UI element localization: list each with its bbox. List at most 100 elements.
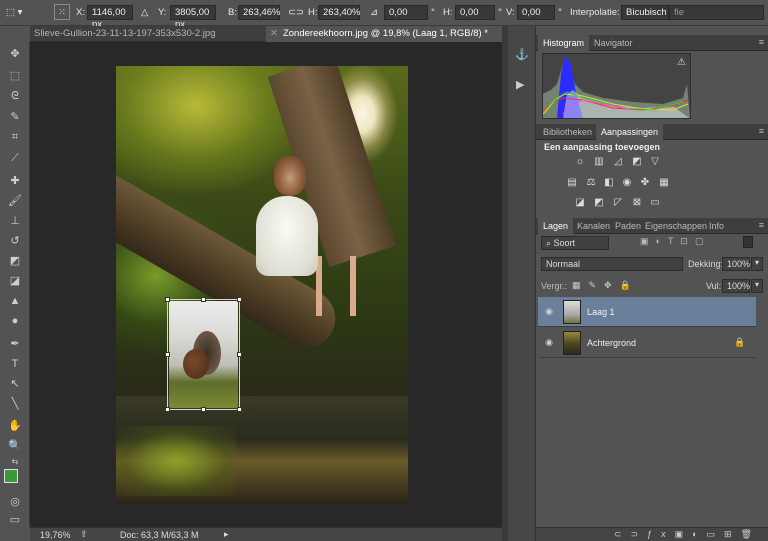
tab-info[interactable]: Info [704,218,729,234]
layer-name[interactable]: Laag 1 [587,307,615,317]
selective-color-icon[interactable]: ⊠ [630,197,644,209]
paint-bucket-tool-icon[interactable]: ◪ [6,273,24,289]
brightness-icon[interactable]: ☼ [573,156,587,168]
swap-colors-icon[interactable]: ⇆ [6,454,24,470]
layer-actions-icons[interactable]: ⊂⊃ƒx▣◐▭⊞🗑 [614,529,761,540]
reference-point-icon[interactable]: ⁙ [54,4,70,20]
hskew-field[interactable]: 0,00 [455,5,495,20]
width-percent-field[interactable]: 263,46% [238,5,281,20]
link-icon[interactable]: ⊂⊃ [288,5,304,20]
exposure-icon[interactable]: ◩ [630,156,644,168]
tool-preset-icon[interactable]: ⬚ ▾ [6,5,22,20]
transform-handle-t[interactable] [201,297,206,302]
lasso-tool-icon[interactable]: ᘓ [6,88,24,104]
y-position-field[interactable]: 3805,00 px [170,5,216,30]
delta-icon[interactable]: △ [141,5,148,20]
line-tool-icon[interactable]: ╲ [6,396,24,412]
eye-icon[interactable]: ◉ [538,337,560,348]
options-extra-field[interactable]: fie [669,5,764,20]
transform-handle-tl[interactable] [165,297,170,302]
fill-field[interactable]: 100% [722,279,750,293]
opacity-dropdown[interactable]: ▾ [751,257,763,271]
quick-select-tool-icon[interactable]: ✎ [6,109,24,125]
foreground-color-swatch[interactable] [4,469,18,483]
lock-icons[interactable]: ▦✎✥🔒 [572,280,639,291]
path-select-tool-icon[interactable]: ↖ [6,376,24,392]
gradient-map-icon[interactable]: ▭ [648,197,662,209]
tab-bibliotheken[interactable]: Bibliotheken [538,124,597,140]
clone-stamp-tool-icon[interactable]: ⊥ [6,213,24,229]
filter-toggle[interactable] [743,236,753,248]
move-tool-icon[interactable]: ✥ [6,46,24,62]
opacity-field[interactable]: 100% [722,257,750,271]
actions-play-icon[interactable]: ▶ [516,78,524,91]
quick-mask-icon[interactable]: ◎ [6,494,24,510]
tab-kanalen[interactable]: Kanalen [572,218,615,234]
interpolation-select[interactable]: Bicubisch [621,5,669,20]
layer-name[interactable]: Achtergrond [587,338,636,348]
photo-filter-icon[interactable]: ◉ [620,177,634,189]
height-percent-field[interactable]: 263,40% [318,5,361,20]
pen-tool-icon[interactable]: ✒ [6,336,24,352]
tab-aanpassingen[interactable]: Aanpassingen [596,124,664,140]
tab-navigator[interactable]: Navigator [589,35,638,51]
marquee-tool-icon[interactable]: ⬚ [6,68,24,84]
layer-filter-icons[interactable]: ▣◐T⊡▢ [640,236,710,247]
dodge-tool-icon[interactable]: ● [6,313,24,329]
posterize-icon[interactable]: ◩ [592,197,606,209]
layer-row[interactable]: ◉ Laag 1 [538,297,756,327]
brush-tool-icon[interactable]: 🖌 [6,193,24,209]
curves-icon[interactable]: ◿ [611,156,625,168]
tab-zondereekhoorn[interactable]: ✕ Zondereekhoorn.jpg @ 19,8% (Laag 1, RGB… [266,26,502,42]
black-white-icon[interactable]: ◧ [602,177,616,189]
color-balance-icon[interactable]: ⚖ [584,177,598,189]
transform-bounding-box[interactable] [165,297,242,412]
x-position-field[interactable]: 1146,00 px [87,5,133,30]
color-lookup-icon[interactable]: ▦ [657,177,671,189]
history-panel-icon[interactable]: ⚓ [515,48,529,61]
transform-handle-l[interactable] [165,352,170,357]
hue-saturation-icon[interactable]: ▤ [565,177,579,189]
type-tool-icon[interactable]: T [6,356,24,372]
zoom-level[interactable]: 19,76% [40,530,71,540]
eye-icon[interactable]: ◉ [538,306,560,317]
transform-handle-r[interactable] [237,352,242,357]
tab-histogram[interactable]: Histogram [538,35,590,51]
blur-tool-icon[interactable]: ▲ [6,293,24,309]
lock-label: Vergr.: [541,281,568,291]
panel-menu-icon[interactable]: ≡ [759,37,764,47]
tab-eigenschappen[interactable]: Eigenschappen [640,218,712,234]
fill-dropdown[interactable]: ▾ [751,279,763,293]
tab-lagen[interactable]: Lagen [538,218,574,234]
channel-mixer-icon[interactable]: ✤ [638,177,652,189]
tab-slieve-gullion[interactable]: Slieve-Gullion-23-11-13-197-353x530-2.jp… [30,26,246,42]
vibrance-icon[interactable]: ▽ [648,156,662,168]
healing-brush-tool-icon[interactable]: ✚ [6,173,24,189]
transform-handle-br[interactable] [237,407,242,412]
transform-handle-tr[interactable] [237,297,242,302]
layer-filter-select[interactable]: ⌕ Soort [541,236,609,250]
hand-tool-icon[interactable]: ✋ [6,418,24,434]
eyedropper-tool-icon[interactable]: ⟋ [6,150,24,166]
vskew-field[interactable]: 0,00 [517,5,555,20]
blend-mode-select[interactable]: Normaal [541,257,683,271]
document-image[interactable] [116,66,408,504]
eraser-tool-icon[interactable]: ◩ [6,253,24,269]
transform-handle-b[interactable] [201,407,206,412]
levels-icon[interactable]: ▥ [592,156,606,168]
panel-menu-icon[interactable]: ≡ [759,126,764,136]
zoom-tool-icon[interactable]: 🔍 [6,438,24,454]
invert-icon[interactable]: ◪ [573,197,587,209]
panel-menu-icon[interactable]: ≡ [759,220,764,230]
threshold-icon[interactable]: ◸ [611,197,625,209]
status-arrow-icon[interactable]: ▸ [224,529,229,540]
crop-tool-icon[interactable]: ⌗ [6,129,24,145]
close-icon[interactable]: ✕ [270,28,278,39]
screen-mode-icon[interactable]: ▭ [6,512,24,528]
transform-handle-bl[interactable] [165,407,170,412]
angle-field[interactable]: 0,00 [384,5,428,20]
share-icon[interactable]: ⇪ [80,529,88,540]
history-brush-tool-icon[interactable]: ↺ [6,233,24,249]
layer-row[interactable]: ◉ Achtergrond 🔒 [538,328,756,358]
histogram-warning-icon[interactable]: ⚠ [677,57,686,68]
